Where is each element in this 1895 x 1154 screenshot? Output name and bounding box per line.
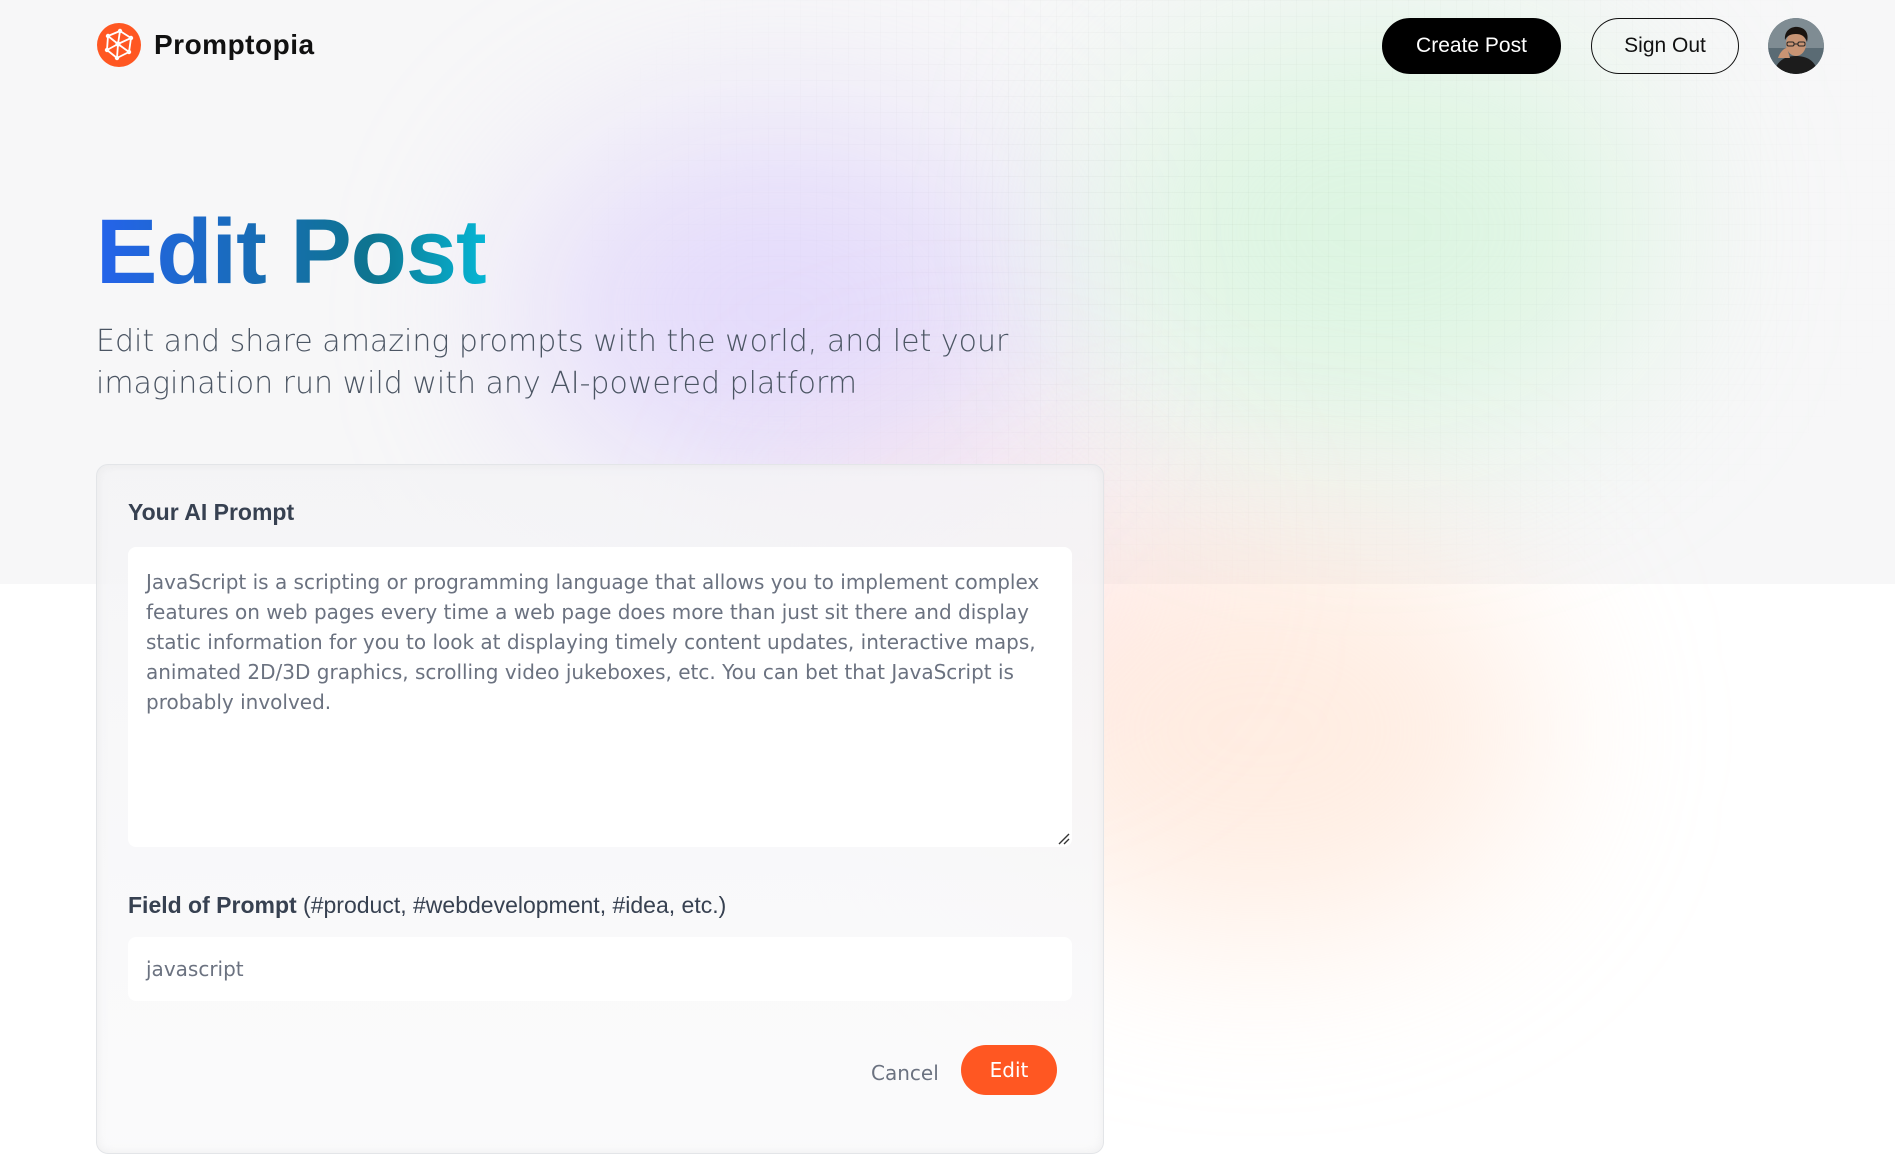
brand-name: Promptopia: [154, 29, 315, 60]
field-label-hint: (#product, #webdevelopment, #idea, etc.): [296, 892, 727, 918]
create-post-button[interactable]: Create Post: [1382, 18, 1561, 74]
edit-submit-button[interactable]: Edit: [961, 1045, 1057, 1095]
tag-input-value: javascript: [146, 957, 244, 981]
edit-post-form: Your AI Prompt JavaScript is a scripting…: [96, 464, 1104, 1154]
prompt-text: JavaScript is a scripting or programming…: [146, 570, 1040, 714]
brand-link[interactable]: Promptopia: [96, 22, 315, 68]
field-label-title: Field of Prompt: [128, 892, 297, 918]
sign-out-button[interactable]: Sign Out: [1591, 18, 1739, 74]
avatar-icon: [1768, 18, 1824, 74]
page-title: Edit Post: [96, 196, 487, 308]
prompt-label: Your AI Prompt: [128, 499, 295, 525]
resize-handle-icon[interactable]: [1056, 831, 1070, 845]
tag-input[interactable]: javascript: [128, 937, 1072, 1001]
top-nav: Promptopia Create Post Sign Out: [96, 18, 1824, 74]
cancel-button[interactable]: Cancel: [871, 1049, 939, 1097]
promptopia-logo-icon: [97, 23, 141, 67]
user-avatar[interactable]: [1768, 18, 1824, 74]
page-subtitle: Edit and share amazing prompts with the …: [96, 324, 1009, 401]
gradient-blob-green: [1100, 20, 1660, 440]
prompt-textarea[interactable]: JavaScript is a scripting or programming…: [128, 547, 1072, 847]
field-label: Field of Prompt (#product, #webdevelopme…: [128, 892, 726, 919]
